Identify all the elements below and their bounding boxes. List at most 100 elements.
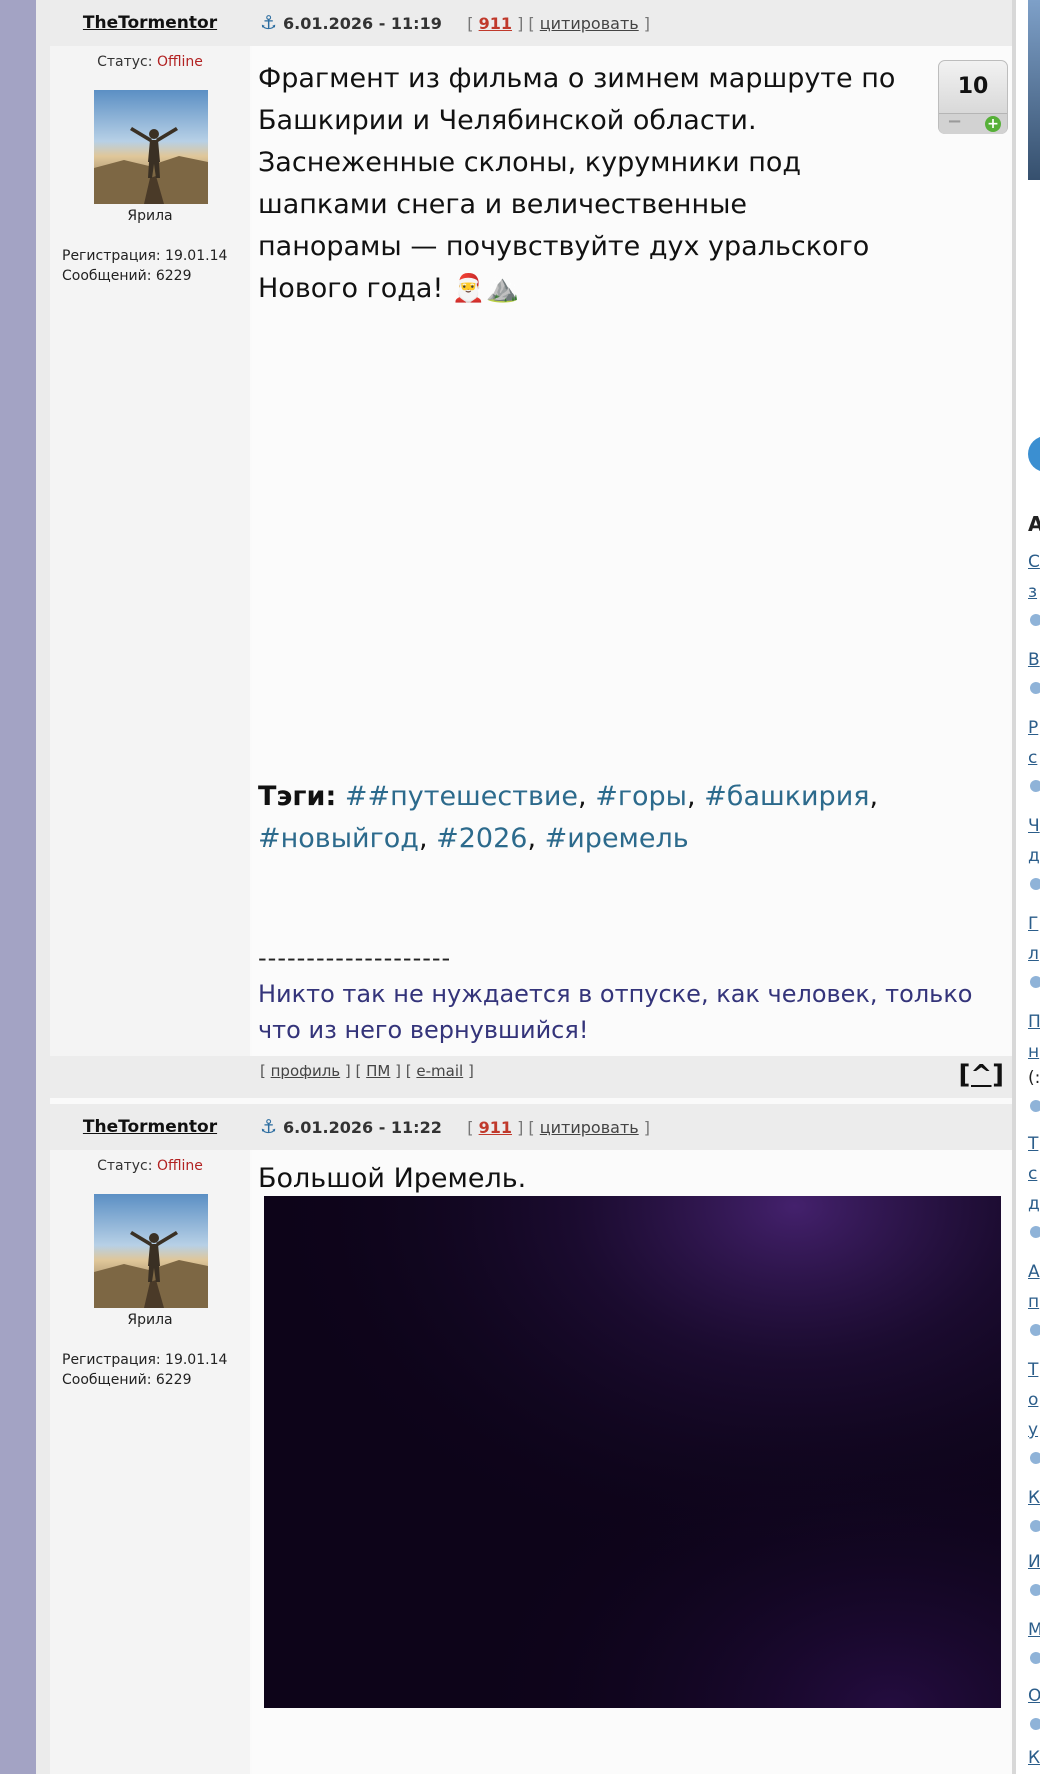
- sidebar-link[interactable]: П: [1028, 1012, 1040, 1032]
- author-status: Статус: Offline: [50, 54, 250, 70]
- anchor-icon[interactable]: ⚓: [260, 1116, 277, 1138]
- email-link[interactable]: e-mail: [416, 1062, 463, 1080]
- user-icon: [1030, 614, 1040, 626]
- post-text: Большой Иремель.: [258, 1163, 527, 1194]
- sidebar-link[interactable]: Г: [1028, 914, 1038, 934]
- author-messages: Сообщений: 6229: [62, 268, 192, 284]
- post-header: TheTormentor ⚓ 6.01.2026 - 11:19 [ 911 ] …: [50, 0, 1012, 46]
- quote-link[interactable]: цитировать: [540, 1118, 639, 1137]
- user-icon: [1030, 1718, 1040, 1730]
- author-registration: Регистрация: 19.01.14: [62, 248, 228, 264]
- author-status: Статус: Offline: [50, 1158, 250, 1174]
- post-body: Фрагмент из фильма о зимнем маршруте по …: [252, 46, 1012, 1056]
- sidebar-heading: А: [1028, 512, 1040, 536]
- author-panel: Статус: Offline Ярила Регистрация: 19.01…: [50, 46, 250, 1056]
- sidebar-link[interactable]: И: [1028, 1552, 1040, 1572]
- sidebar-link[interactable]: л: [1028, 944, 1039, 964]
- bracket: ]: [638, 14, 651, 33]
- author-rank: Ярила: [127, 208, 173, 224]
- user-icon: [1030, 878, 1040, 890]
- tag-link[interactable]: #иремель: [545, 823, 689, 854]
- tag-link[interactable]: #2026: [436, 823, 527, 854]
- quote-link[interactable]: цитировать: [540, 14, 639, 33]
- user-icon: [1030, 1324, 1040, 1336]
- user-icon: [1030, 1452, 1040, 1464]
- sidebar-link[interactable]: В: [1028, 650, 1040, 670]
- user-icon: [1030, 1226, 1040, 1238]
- sidebar-count: (:: [1028, 1068, 1040, 1088]
- bracket: ] [: [512, 1118, 540, 1137]
- tag-link[interactable]: #новыйгод: [258, 823, 419, 854]
- avatar[interactable]: [94, 1194, 208, 1308]
- bracket: ] [: [512, 14, 540, 33]
- sidebar-image: [1028, 0, 1040, 180]
- bracket: [: [446, 1118, 479, 1137]
- user-icon: [1030, 682, 1040, 694]
- post-meta: ⚓ 6.01.2026 - 11:22 [ 911 ] [ цитировать …: [260, 1104, 650, 1150]
- tags-label: Тэги:: [258, 781, 337, 812]
- sidebar-link[interactable]: А: [1028, 1262, 1040, 1282]
- sidebar-link[interactable]: О: [1028, 1686, 1040, 1706]
- sidebar-link[interactable]: п: [1028, 1292, 1039, 1312]
- sidebar-link[interactable]: у: [1028, 1420, 1038, 1440]
- tag-link[interactable]: ##путешествие: [345, 781, 578, 812]
- forum-post: TheTormentor ⚓ 6.01.2026 - 11:22 [ 911 ] …: [50, 1104, 1012, 1774]
- avatar-image: [94, 1194, 208, 1308]
- status-value: Offline: [156, 54, 203, 70]
- post-date: 6.01.2026 - 11:19: [283, 14, 442, 33]
- post-body: Большой Иремель.: [252, 1150, 1012, 1774]
- author-name-link[interactable]: TheTormentor: [50, 1104, 250, 1150]
- sidebar-link[interactable]: К: [1028, 1748, 1040, 1768]
- post-number-link[interactable]: 911: [479, 14, 512, 33]
- sidebar-link[interactable]: Т: [1028, 1360, 1038, 1380]
- author-registration: Регистрация: 19.01.14: [62, 1352, 228, 1368]
- signature-divider: --------------------: [258, 944, 452, 972]
- author-messages: Сообщений: 6229: [62, 1372, 192, 1388]
- bracket: ]: [638, 1118, 651, 1137]
- author-name-link[interactable]: TheTormentor: [50, 0, 250, 46]
- user-icon: [1030, 780, 1040, 792]
- sidebar-link[interactable]: о: [1028, 1390, 1038, 1410]
- sidebar-link[interactable]: С: [1028, 552, 1040, 572]
- status-label: Статус:: [97, 1158, 153, 1174]
- sidebar-link[interactable]: с: [1028, 1164, 1037, 1184]
- sidebar-link[interactable]: н: [1028, 1042, 1039, 1062]
- tag-link[interactable]: #башкирия: [704, 781, 869, 812]
- post-tags: Тэги: ##путешествие, #горы, #башкирия, #…: [258, 781, 879, 854]
- signature-text: Никто так не нуждается в отпуске, как че…: [258, 980, 973, 1044]
- right-sidebar: А С з В Р с Ч д Г л П н (: Т с д А п Т о…: [1016, 0, 1040, 1774]
- bracket: [: [446, 14, 479, 33]
- anchor-icon[interactable]: ⚓: [260, 12, 277, 34]
- footer-links: [ профиль ] [ ПМ ] [ e-mail ]: [260, 1062, 474, 1080]
- sidebar-link[interactable]: Т: [1028, 1134, 1038, 1154]
- sidebar-link[interactable]: з: [1028, 582, 1037, 602]
- post-photo[interactable]: [264, 1196, 1001, 1708]
- rating-value: 10: [957, 74, 989, 99]
- status-value: Offline: [156, 1158, 203, 1174]
- to-top-link[interactable]: [^]: [958, 1060, 1004, 1090]
- post-text: Фрагмент из фильма о зимнем маршруте по …: [258, 63, 896, 304]
- rating-plus-button[interactable]: +: [985, 116, 1001, 132]
- pm-link[interactable]: ПМ: [366, 1062, 390, 1080]
- post-meta: ⚓ 6.01.2026 - 11:19 [ 911 ] [ цитировать …: [260, 0, 650, 46]
- sidebar-link[interactable]: Р: [1028, 718, 1038, 738]
- sidebar-avatar-icon[interactable]: [1028, 436, 1040, 472]
- profile-link[interactable]: профиль: [271, 1062, 341, 1080]
- sidebar-link[interactable]: д: [1028, 846, 1040, 866]
- left-gutter: [36, 0, 50, 1774]
- sidebar-link[interactable]: с: [1028, 748, 1037, 768]
- tag-link[interactable]: #горы: [595, 781, 687, 812]
- sidebar-link[interactable]: К: [1028, 1488, 1040, 1508]
- post-number-link[interactable]: 911: [479, 1118, 512, 1137]
- avatar[interactable]: [94, 90, 208, 204]
- sidebar-link[interactable]: М: [1028, 1620, 1040, 1640]
- user-icon: [1030, 1652, 1040, 1664]
- rating-minus-button[interactable]: −: [947, 111, 962, 132]
- sidebar-link[interactable]: Ч: [1028, 816, 1040, 836]
- rating-widget: 10 − +: [938, 60, 1008, 134]
- post-footer: [ профиль ] [ ПМ ] [ e-mail ] [^]: [50, 1056, 1012, 1098]
- forum-post: TheTormentor ⚓ 6.01.2026 - 11:19 [ 911 ] …: [50, 0, 1012, 1098]
- post-date: 6.01.2026 - 11:22: [283, 1118, 442, 1137]
- author-rank: Ярила: [127, 1312, 173, 1328]
- sidebar-link[interactable]: д: [1028, 1194, 1040, 1214]
